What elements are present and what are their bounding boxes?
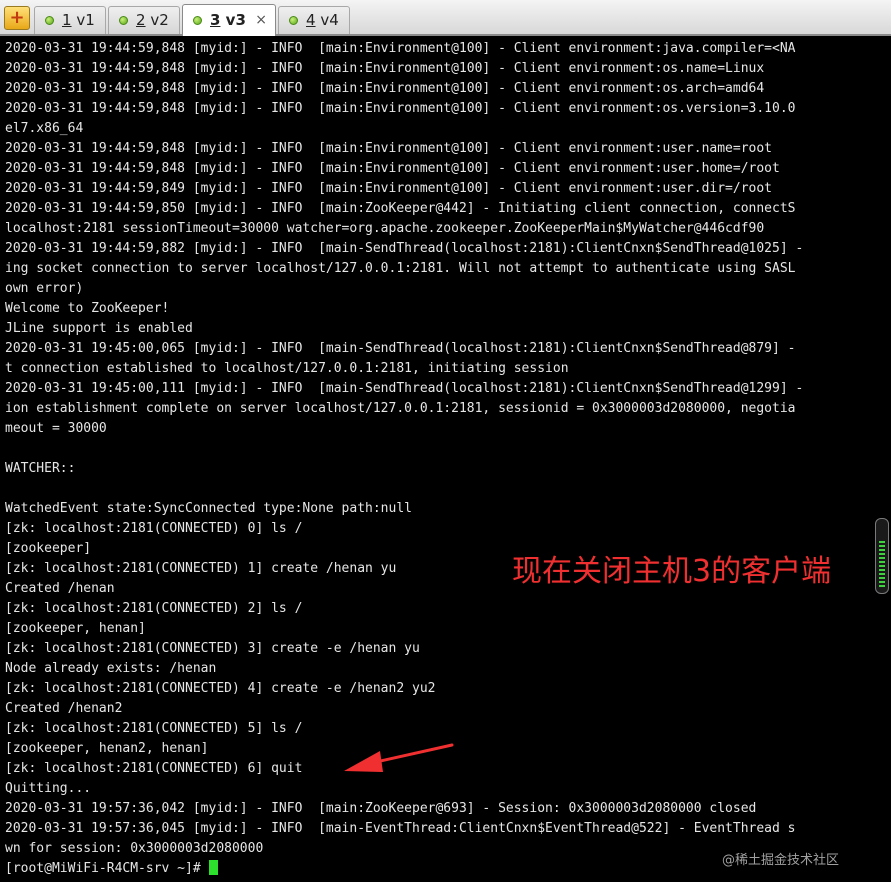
watermark: @稀土掘金技术社区: [722, 853, 840, 868]
annotation-arrow: [344, 743, 454, 772]
